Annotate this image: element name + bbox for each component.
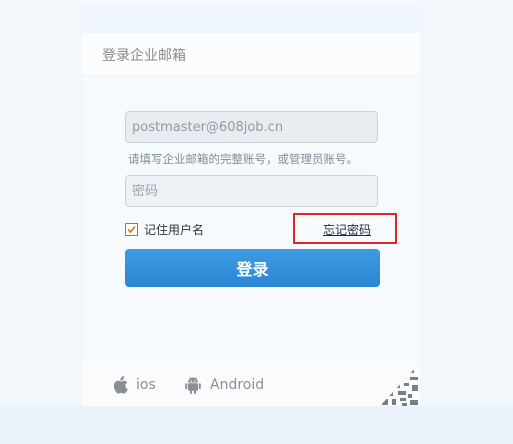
apple-icon (112, 376, 128, 394)
remember-label: 记住用户名 (144, 222, 205, 237)
qr-code-icon (382, 367, 418, 406)
check-icon (127, 225, 136, 233)
forgot-password-link[interactable]: 忘记密码 (293, 213, 397, 244)
password-field[interactable] (125, 175, 378, 207)
app-download-bar: ios Android (82, 363, 420, 406)
login-panel: 登录企业邮箱 请填写企业邮箱的完整账号，或管理员账号。 记住用户名 忘记密码 登… (82, 33, 420, 406)
ios-label: ios (136, 377, 156, 393)
ios-app-link[interactable]: ios (112, 375, 156, 395)
android-label: Android (210, 377, 265, 393)
android-app-link[interactable]: Android (184, 375, 264, 395)
android-icon (184, 375, 202, 395)
remember-checkbox[interactable] (125, 222, 138, 236)
qr-code-corner[interactable] (380, 363, 420, 406)
background-right (420, 5, 513, 405)
email-field[interactable] (125, 111, 378, 143)
remember-row: 记住用户名 (125, 221, 204, 237)
login-button[interactable]: 登录 (125, 249, 380, 287)
forgot-password-label: 忘记密码 (322, 223, 371, 237)
panel-title: 登录企业邮箱 (102, 48, 186, 64)
panel-header: 登录企业邮箱 (82, 33, 420, 76)
background-left (0, 5, 82, 405)
background-bottom (0, 405, 513, 444)
email-hint: 请填写企业邮箱的完整账号，或管理员账号。 (128, 152, 358, 166)
